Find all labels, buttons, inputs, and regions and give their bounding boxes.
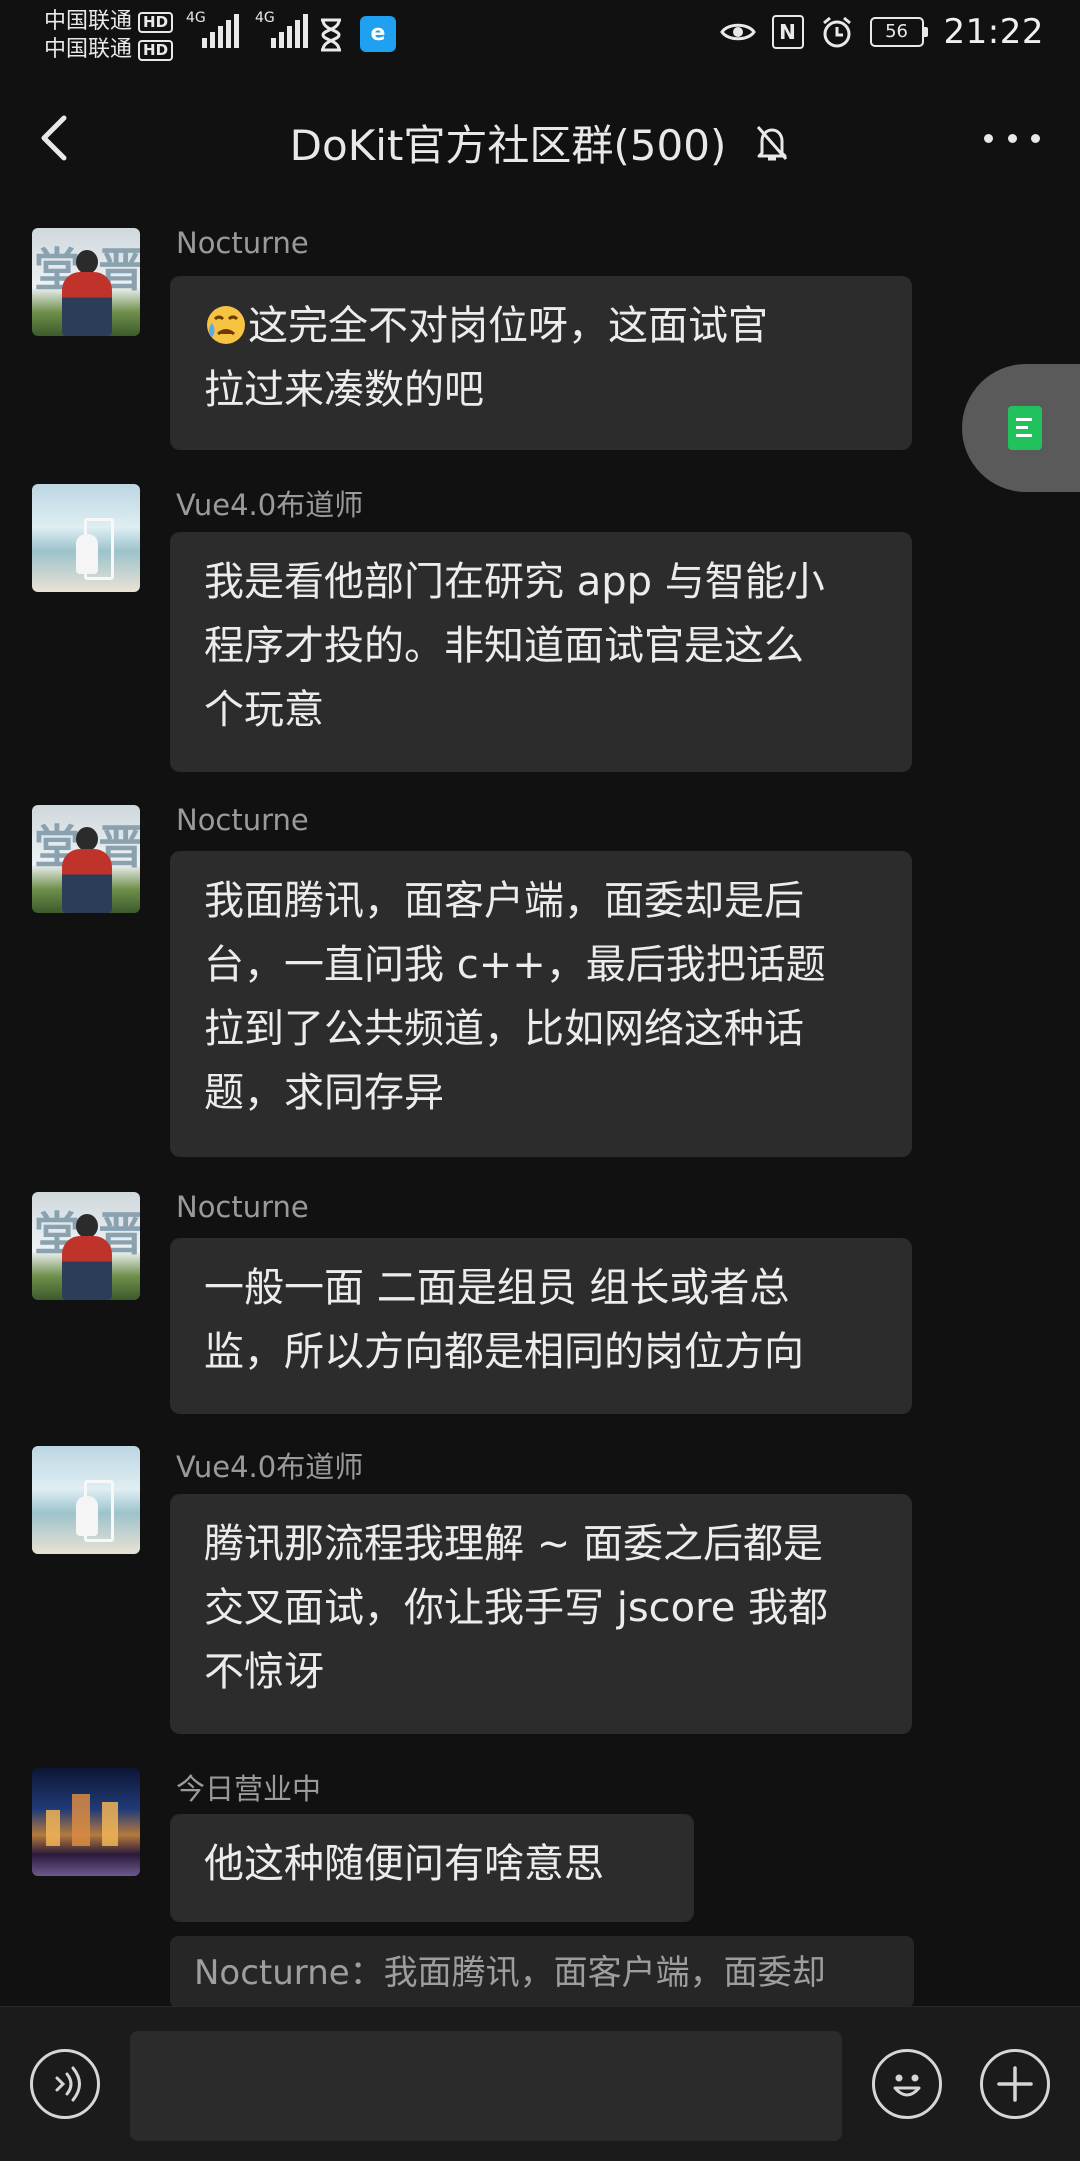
sender-name: Nocturne: [176, 803, 309, 837]
message-bubble[interactable]: 他这种随便问有啥意思: [170, 1814, 694, 1922]
nfc-icon: N: [771, 15, 804, 49]
message-bubble[interactable]: 这完全不对岗位呀，这面试官 拉过来凑数的吧: [170, 276, 912, 450]
battery-icon: 56: [869, 17, 928, 47]
message-line: 拉过来凑数的吧: [204, 367, 484, 413]
more-options-icon[interactable]: [984, 116, 1040, 160]
hourglass-icon: [321, 18, 341, 52]
message-line: 我面腾讯，面客户端，面委却是后: [204, 878, 804, 924]
plus-icon: [997, 2066, 1033, 2102]
carrier-info: 中国联通 HD 中国联通 HD: [44, 8, 174, 64]
alarm-icon: [822, 16, 851, 48]
quoted-reply[interactable]: Nocturne：我面腾讯，面客户端，面委却 是后台，一直问我 c++，最后我把…: [170, 1936, 914, 2008]
hd-badge: HD: [138, 39, 174, 61]
message-bubble[interactable]: 腾讯那流程我理解 ~ 面委之后都是 交叉面试，你让我手写 jscore 我都 不…: [170, 1494, 912, 1734]
message-line: 这完全不对岗位呀，这面试官: [204, 294, 878, 358]
message-item: Vue4.0布道师 腾讯那流程我理解 ~ 面委之后都是 交叉面试，你让我手写 j…: [0, 1446, 1080, 1734]
sender-name: Nocturne: [176, 226, 309, 260]
message-line: 一般一面 二面是组员 组长或者总: [204, 1265, 790, 1311]
smiley-icon: [893, 2074, 921, 2097]
message-line: 腾讯那流程我理解 ~ 面委之后都是: [204, 1521, 823, 1567]
sender-name: Vue4.0布道师: [176, 1450, 364, 1484]
title-group: DoKit官方社区群(500): [0, 112, 1080, 173]
message-bubble[interactable]: 一般一面 二面是组员 组长或者总 监，所以方向都是相同的岗位方向: [170, 1238, 912, 1414]
status-bar: 中国联通 HD 中国联通 HD 4G 4G e N 56 21:22: [0, 0, 1080, 70]
message-input[interactable]: [130, 2031, 842, 2141]
avatar[interactable]: [32, 484, 140, 592]
signal-icon: 4G: [186, 10, 239, 48]
message-item: 堂晋 Nocturne 一般一面 二面是组员 组长或者总 监，所以方向都是相同的…: [0, 1190, 1080, 1414]
chat-title: DoKit官方社区群(500): [289, 121, 727, 170]
network-type-label: 4G: [186, 10, 206, 26]
eye-icon: [719, 23, 756, 41]
note-icon: [1008, 406, 1042, 450]
signal-indicators: 4G 4G: [186, 10, 308, 48]
avatar[interactable]: [32, 1768, 140, 1876]
message-item: 堂晋 Nocturne 我面腾讯，面客户端，面委却是后 台，一直问我 c++，最…: [0, 803, 1080, 1157]
sender-name: Vue4.0布道师: [176, 488, 364, 522]
message-line: 个玩意: [204, 687, 324, 733]
message-line: 我是看他部门在研究 app 与智能小: [204, 559, 825, 605]
message-line: 不惊讶: [204, 1649, 324, 1695]
message-line: 程序才投的。非知道面试官是这么: [204, 623, 804, 669]
message-line: 题，求同存异: [204, 1070, 444, 1116]
message-bubble[interactable]: 我面腾讯，面客户端，面委却是后 台，一直问我 c++，最后我把话题 拉到了公共频…: [170, 851, 912, 1157]
avatar[interactable]: 堂晋: [32, 1192, 140, 1300]
avatar[interactable]: [32, 1446, 140, 1554]
chat-header: DoKit官方社区群(500): [0, 90, 1080, 186]
message-line: 他这种随便问有啥意思: [204, 1841, 604, 1887]
app-notification-icon: e: [360, 16, 396, 52]
message-bubble[interactable]: 我是看他部门在研究 app 与智能小 程序才投的。非知道面试官是这么 个玩意: [170, 532, 912, 772]
mute-bell-icon: [757, 125, 788, 160]
hd-badge: HD: [138, 11, 174, 33]
more-actions-button[interactable]: [980, 2049, 1050, 2119]
voice-input-button[interactable]: [30, 2049, 100, 2119]
signal-icon: 4G: [255, 10, 308, 48]
floating-note-button[interactable]: [962, 364, 1080, 492]
sender-name: 今日营业中: [176, 1772, 322, 1806]
avatar[interactable]: 堂晋: [32, 228, 140, 336]
message-line: 台，一直问我 c++，最后我把话题: [204, 942, 826, 988]
message-item: 今日营业中 他这种随便问有啥意思: [0, 1768, 1080, 1922]
message-line: 拉到了公共频道，比如网络这种话: [204, 1006, 804, 1052]
status-right-group: N 56 21:22: [719, 12, 1044, 52]
avatar[interactable]: 堂晋: [32, 805, 140, 913]
message-line: 监，所以方向都是相同的岗位方向: [204, 1329, 804, 1375]
clock: 21:22: [943, 12, 1044, 52]
sender-name: Nocturne: [176, 1190, 309, 1224]
quote-line: Nocturne：我面腾讯，面客户端，面委却: [194, 1953, 826, 1993]
carrier-label: 中国联通: [44, 9, 133, 34]
message-item: Vue4.0布道师 我是看他部门在研究 app 与智能小 程序才投的。非知道面试…: [0, 484, 1080, 772]
battery-level: 56: [869, 17, 924, 47]
network-type-label: 4G: [255, 10, 275, 26]
input-bar: [0, 2006, 1080, 2161]
crying-face-icon: [207, 306, 245, 344]
emoji-button[interactable]: [872, 2049, 942, 2119]
voice-icon: [55, 2066, 81, 2102]
message-item: 堂晋 Nocturne 这完全不对岗位呀，这面试官 拉过来凑数的吧: [0, 226, 1080, 450]
carrier-label: 中国联通: [44, 37, 133, 62]
message-line: 交叉面试，你让我手写 jscore 我都: [204, 1585, 829, 1631]
